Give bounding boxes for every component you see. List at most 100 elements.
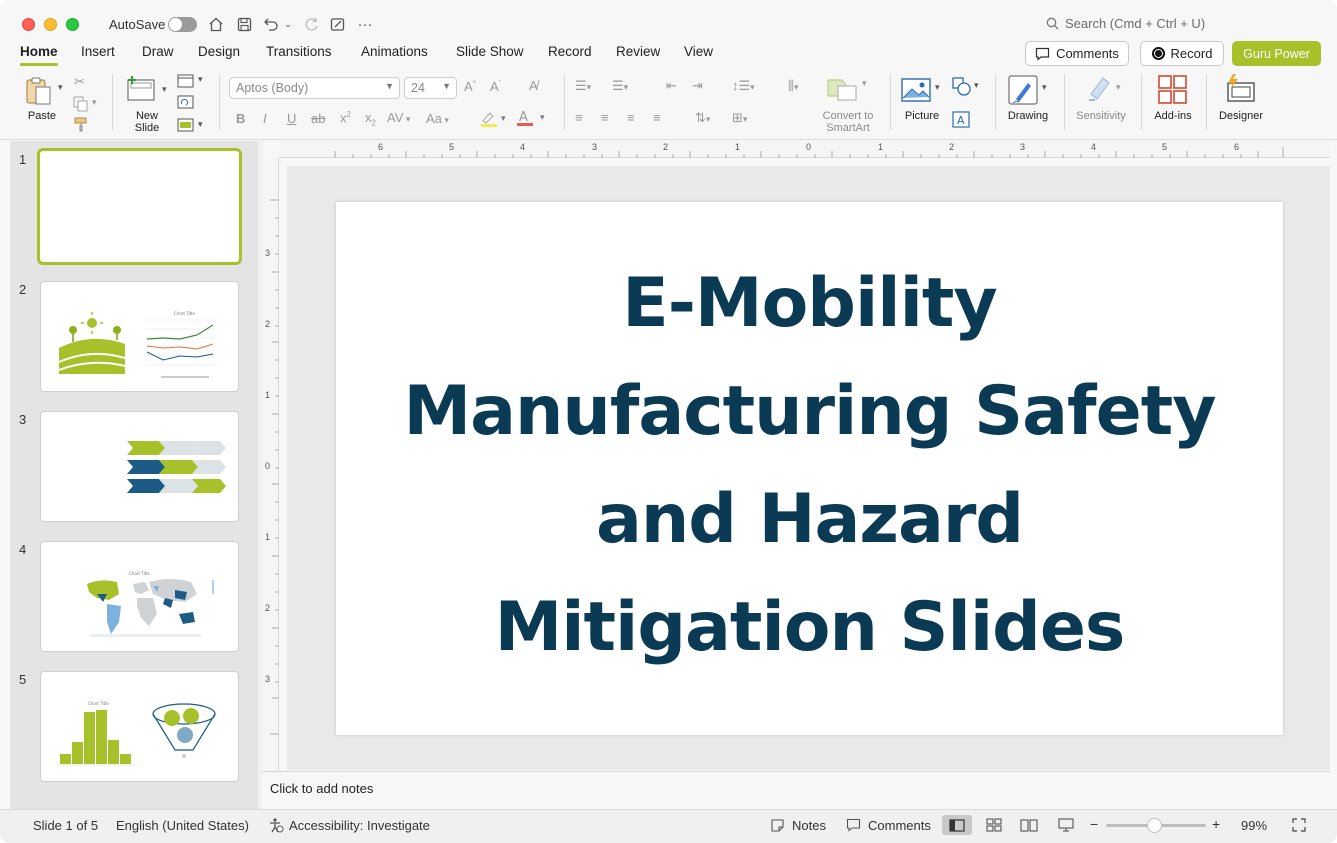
slide-thumbnail-5[interactable]: Chart Title bbox=[40, 671, 239, 782]
fit-to-window-icon[interactable] bbox=[1292, 818, 1306, 832]
align-text-icon[interactable]: ⊞▾ bbox=[732, 110, 747, 126]
italic-icon[interactable]: I bbox=[263, 111, 267, 126]
new-slide-icon[interactable] bbox=[126, 74, 158, 107]
decrease-font-icon[interactable]: Aˇ bbox=[490, 79, 501, 94]
more-options-icon[interactable]: ··· bbox=[355, 14, 375, 34]
zoom-window-button[interactable] bbox=[66, 18, 79, 31]
smartart-dropdown-icon[interactable]: ▾ bbox=[862, 78, 867, 89]
layout-icon[interactable] bbox=[177, 74, 194, 93]
text-direction-icon[interactable]: ⇅▾ bbox=[695, 110, 710, 126]
align-left-icon[interactable]: ≡ bbox=[575, 110, 583, 125]
cut-icon[interactable]: ✂ bbox=[74, 74, 85, 90]
normal-view-button[interactable] bbox=[942, 815, 972, 835]
slide-thumbnail-1[interactable] bbox=[37, 148, 242, 265]
subscript-icon[interactable]: x2 bbox=[365, 110, 376, 128]
drawing-dropdown-icon[interactable]: ▾ bbox=[1042, 82, 1047, 93]
section-dropdown-icon[interactable]: ▾ bbox=[198, 119, 203, 130]
section-icon[interactable] bbox=[177, 118, 194, 137]
text-box-icon[interactable]: A bbox=[952, 111, 970, 133]
slide-thumbnail-4[interactable]: Chart Title bbox=[40, 541, 239, 652]
superscript-icon[interactable]: x2 bbox=[340, 110, 351, 125]
clear-formatting-icon[interactable]: A̸ bbox=[529, 78, 538, 93]
undo-icon[interactable] bbox=[261, 14, 281, 34]
format-painter-icon[interactable] bbox=[73, 116, 89, 137]
slide-thumbnail-2[interactable]: Chart Title bbox=[40, 281, 239, 392]
sensitivity-icon[interactable] bbox=[1085, 74, 1113, 109]
add-ins-icon[interactable] bbox=[1158, 75, 1188, 110]
save-icon[interactable] bbox=[234, 14, 254, 34]
zoom-out-button[interactable]: − bbox=[1090, 816, 1098, 832]
notes-toggle[interactable]: Notes bbox=[792, 818, 826, 833]
bullets-icon[interactable]: ☰▾ bbox=[575, 78, 591, 94]
tab-design[interactable]: Design bbox=[198, 44, 240, 59]
font-size-select[interactable]: 24 ▼ bbox=[404, 77, 457, 99]
tab-home[interactable]: Home bbox=[20, 44, 58, 66]
smartart-icon[interactable] bbox=[826, 76, 858, 107]
shapes-dropdown-icon[interactable]: ▾ bbox=[974, 80, 979, 91]
record-button[interactable]: Record bbox=[1140, 41, 1224, 66]
current-slide[interactable]: E-Mobility Manufacturing Safety and Haza… bbox=[336, 202, 1283, 735]
sensitivity-dropdown-icon[interactable]: ▾ bbox=[1116, 82, 1121, 93]
picture-dropdown-icon[interactable]: ▾ bbox=[935, 82, 940, 93]
slide-sorter-button[interactable] bbox=[979, 815, 1009, 835]
autosave-toggle[interactable] bbox=[168, 17, 197, 32]
zoom-slider-handle[interactable] bbox=[1147, 818, 1162, 833]
line-spacing-icon[interactable]: ↕☰▾ bbox=[732, 78, 755, 94]
comments-button[interactable]: Comments bbox=[1025, 41, 1129, 66]
font-name-select[interactable]: Aptos (Body) ▼ bbox=[229, 77, 400, 99]
highlight-color-icon[interactable]: ▾ bbox=[480, 110, 508, 133]
slide-thumbnail-3[interactable] bbox=[40, 411, 239, 522]
undo-dropdown-icon[interactable]: ⌄ bbox=[281, 14, 295, 34]
redo-icon[interactable] bbox=[301, 14, 321, 34]
tab-slide-show[interactable]: Slide Show bbox=[456, 44, 524, 59]
paste-icon[interactable] bbox=[25, 76, 53, 111]
minimize-window-button[interactable] bbox=[44, 18, 57, 31]
increase-indent-icon[interactable]: ⇥ bbox=[692, 78, 703, 94]
font-color-icon[interactable]: A ▾ bbox=[516, 109, 550, 132]
bold-icon[interactable]: B bbox=[236, 111, 245, 126]
picture-icon[interactable] bbox=[901, 78, 931, 107]
designer-icon[interactable] bbox=[1224, 73, 1258, 108]
copy-dropdown-icon[interactable]: ▾ bbox=[92, 97, 97, 108]
new-slide-dropdown-icon[interactable]: ▾ bbox=[162, 84, 167, 95]
slide-thumbnails-pane[interactable]: 1 2 Chart Title 3 4 Chart Title 5 Chart … bbox=[10, 141, 258, 809]
copy-icon[interactable] bbox=[73, 96, 89, 117]
columns-icon[interactable]: ⫼▾ bbox=[788, 78, 799, 94]
justify-icon[interactable]: ≡ bbox=[653, 110, 661, 125]
zoom-level[interactable]: 99% bbox=[1241, 818, 1267, 833]
align-center-icon[interactable]: ≡ bbox=[601, 110, 609, 125]
horizontal-ruler[interactable]: 6 5 4 3 2 1 0 1 2 3 4 5 6 bbox=[279, 141, 1330, 158]
tab-draw[interactable]: Draw bbox=[142, 44, 174, 59]
comment-icon[interactable] bbox=[846, 818, 861, 832]
underline-icon[interactable]: U bbox=[287, 111, 296, 126]
home-icon[interactable] bbox=[206, 14, 226, 34]
search-box[interactable]: Search (Cmd + Ctrl + U) bbox=[1046, 16, 1205, 31]
tab-review[interactable]: Review bbox=[616, 44, 660, 59]
align-right-icon[interactable]: ≡ bbox=[627, 110, 635, 125]
language-indicator[interactable]: English (United States) bbox=[116, 818, 249, 833]
reading-view-button[interactable] bbox=[1014, 815, 1044, 835]
tab-view[interactable]: View bbox=[684, 44, 713, 59]
strikethrough-icon[interactable]: ab bbox=[311, 111, 325, 126]
close-window-button[interactable] bbox=[22, 18, 35, 31]
numbering-icon[interactable]: ☰▾ bbox=[612, 78, 628, 94]
tab-record[interactable]: Record bbox=[548, 44, 592, 59]
vertical-ruler[interactable]: 3 2 1 0 1 2 3 bbox=[262, 158, 279, 770]
tab-animations[interactable]: Animations bbox=[361, 44, 428, 59]
decrease-indent-icon[interactable]: ⇤ bbox=[666, 78, 677, 94]
change-case-icon[interactable]: Aa ▾ bbox=[426, 111, 449, 126]
customize-icon[interactable] bbox=[328, 14, 348, 34]
notes-pane[interactable]: Click to add notes bbox=[262, 771, 1330, 809]
accessibility-icon[interactable] bbox=[268, 817, 284, 833]
character-spacing-icon[interactable]: AV ▾ bbox=[387, 110, 410, 125]
presenter-view-button[interactable] bbox=[1051, 815, 1081, 835]
reset-slide-icon[interactable] bbox=[177, 95, 194, 114]
drawing-icon[interactable] bbox=[1008, 75, 1038, 112]
shapes-icon[interactable] bbox=[952, 77, 972, 102]
accessibility-status[interactable]: Accessibility: Investigate bbox=[289, 818, 430, 833]
increase-font-icon[interactable]: A^ bbox=[464, 79, 476, 94]
tab-transitions[interactable]: Transitions bbox=[266, 44, 332, 59]
slide-title[interactable]: E-Mobility Manufacturing Safety and Haza… bbox=[336, 250, 1283, 682]
tab-insert[interactable]: Insert bbox=[81, 44, 115, 59]
comments-toggle[interactable]: Comments bbox=[868, 818, 931, 833]
